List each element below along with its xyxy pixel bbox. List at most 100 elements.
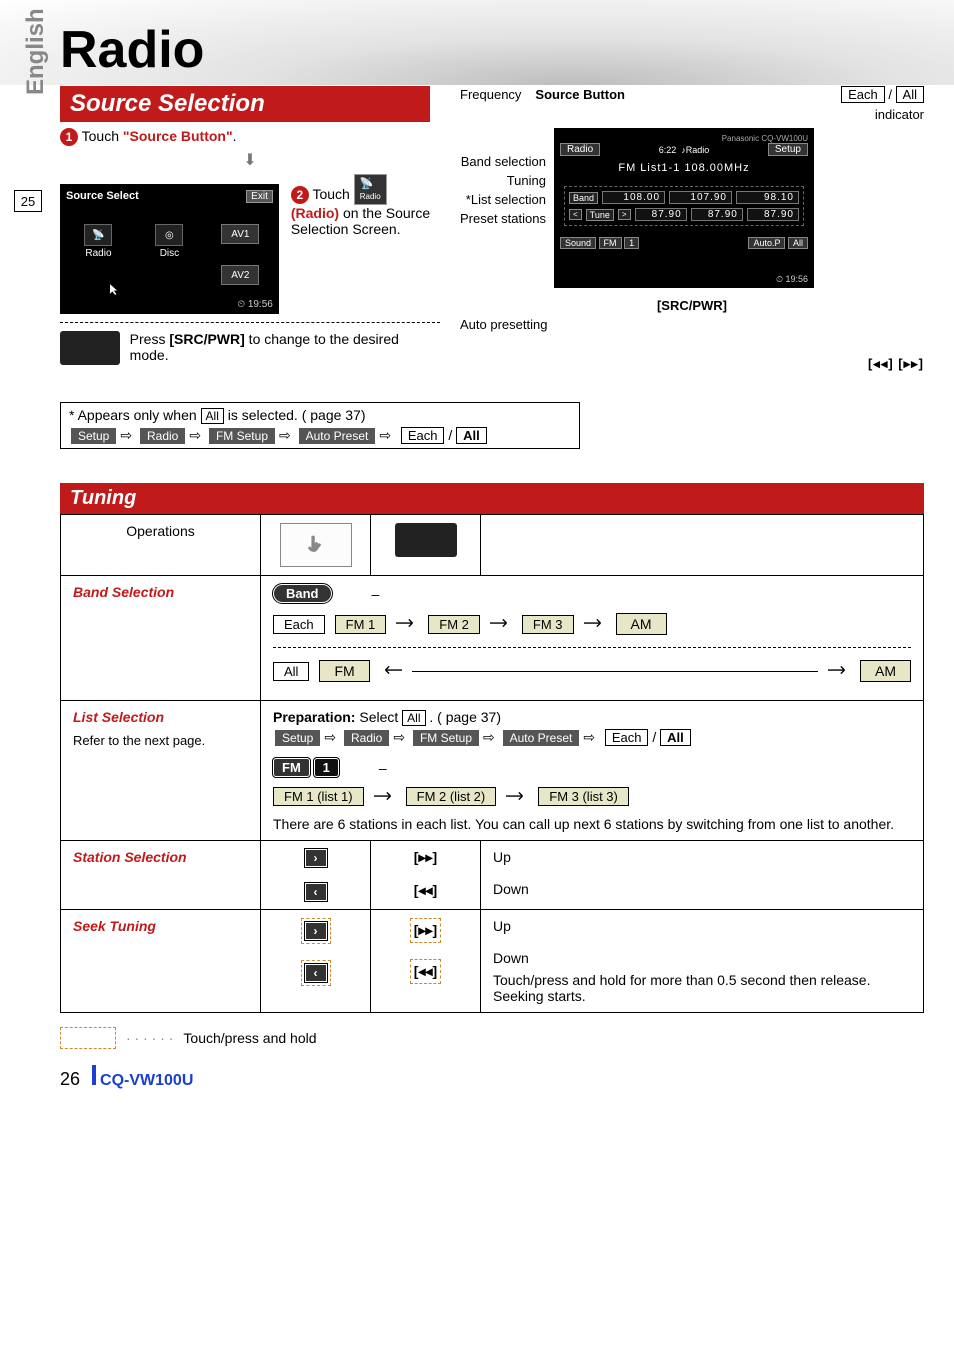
autop-button[interactable]: Auto.P bbox=[748, 237, 785, 249]
touch-prev-button[interactable]: ‹ bbox=[305, 883, 327, 901]
antenna-icon-button[interactable]: 📡Radio bbox=[354, 174, 387, 205]
remote-next-button[interactable]: [▸▸] bbox=[414, 849, 437, 865]
preset-1[interactable]: 108.00 bbox=[602, 191, 665, 204]
one-pill[interactable]: 1 bbox=[314, 758, 339, 777]
radio-clock: ⏲ 19:56 bbox=[776, 274, 808, 285]
preset-4[interactable]: 87.90 bbox=[635, 208, 687, 221]
chip-radio: Radio bbox=[140, 428, 185, 444]
fm2-box: FM 2 bbox=[428, 615, 480, 634]
step1-bold: "Source Button" bbox=[123, 128, 233, 144]
radio-icon[interactable]: 📡 bbox=[84, 224, 112, 246]
each-label: Each bbox=[841, 86, 885, 103]
fm3-box: FM 3 bbox=[522, 615, 574, 634]
remote-prev-button[interactable]: [◂◂] bbox=[414, 882, 437, 898]
radio-screen: Panasonic CQ-VW100U Radio 6:22 ♪Radio Se… bbox=[554, 128, 814, 288]
tuning-table: Operations Band Selection Band – Each FM… bbox=[60, 514, 924, 1013]
tune-button[interactable]: Tune bbox=[586, 209, 614, 221]
remote-column-icon bbox=[395, 523, 457, 557]
tune-next-button[interactable]: > bbox=[618, 209, 631, 220]
list-selection-rowlabel: List Selection bbox=[73, 709, 248, 725]
all-chip: All bbox=[788, 237, 808, 249]
prep-all: All bbox=[402, 710, 425, 726]
hold-indicator: [▸▸] bbox=[410, 918, 441, 943]
touch-prev-hold-button[interactable]: ‹ bbox=[305, 964, 327, 982]
auto-presetting-label: Auto presetting bbox=[460, 317, 924, 332]
step2-badge: 2 bbox=[291, 186, 309, 204]
source-screen-title: Source Select bbox=[66, 190, 273, 202]
exit-button[interactable]: Exit bbox=[246, 190, 273, 203]
down-arrow-icon: ⬇ bbox=[60, 150, 440, 170]
fm-chip[interactable]: FM bbox=[599, 237, 622, 249]
av2-button[interactable]: AV2 bbox=[221, 265, 259, 285]
operations-header: Operations bbox=[61, 515, 261, 576]
arrow-icon bbox=[506, 789, 528, 805]
nav-icons-label: [◂◂] [▸▸] bbox=[460, 356, 924, 372]
footnote-prefix: * Appears only when bbox=[69, 407, 201, 423]
touch-next-button[interactable]: › bbox=[305, 849, 327, 867]
tuning-label: Tuning bbox=[460, 173, 546, 188]
station-selection-rowlabel: Station Selection bbox=[73, 849, 187, 865]
preset-3[interactable]: 98.10 bbox=[736, 191, 799, 204]
list-each: Each bbox=[605, 729, 649, 746]
source-selection-header: Source Selection bbox=[60, 86, 430, 122]
language-tab: English bbox=[22, 8, 50, 95]
fm1-list-box: FM 1 (list 1) bbox=[273, 787, 364, 806]
band-selection-label: Band selection bbox=[460, 154, 546, 169]
band-pill-button[interactable]: Band bbox=[273, 584, 332, 603]
remote-note-prefix: Press bbox=[130, 331, 170, 347]
footnote-all-2: All bbox=[456, 427, 487, 444]
radio-title-button[interactable]: Radio bbox=[560, 143, 600, 156]
srcpwr-label: [SRC/PWR] bbox=[460, 298, 924, 313]
remote-prev-hold-button[interactable]: [◂◂] bbox=[414, 963, 437, 980]
preset-6[interactable]: 87.90 bbox=[747, 208, 799, 221]
prep-tail: Select bbox=[359, 709, 402, 725]
radio-label: Radio bbox=[85, 248, 111, 259]
preset-5[interactable]: 87.90 bbox=[691, 208, 743, 221]
screen-clock: ⏲ 19:56 bbox=[237, 299, 273, 310]
step2-bold: (Radio) bbox=[291, 205, 339, 221]
seek-tuning-row: Seek Tuning › ‹ [▸▸] [◂◂] Up Down Touch/… bbox=[61, 910, 924, 1013]
all-label: All bbox=[896, 86, 924, 103]
arrow-icon bbox=[828, 663, 850, 679]
remote-next-hold-button[interactable]: [▸▸] bbox=[414, 922, 437, 939]
fm1-box: FM 1 bbox=[335, 615, 387, 634]
station-selection-row: Station Selection › ‹ [▸▸] [◂◂] Up Down bbox=[61, 841, 924, 910]
sound-button[interactable]: Sound bbox=[560, 237, 596, 249]
band-selection-row: Band Selection Band – Each FM 1 FM 2 FM … bbox=[61, 576, 924, 701]
fm-num-chip[interactable]: 1 bbox=[624, 237, 639, 249]
arrow-icon bbox=[374, 789, 396, 805]
band-button[interactable]: Band bbox=[569, 192, 598, 204]
brand-label: Panasonic bbox=[722, 134, 759, 143]
hold-indicator: ‹ bbox=[301, 960, 331, 986]
remote-note-button: [SRC/PWR] bbox=[169, 331, 244, 347]
step1-badge: 1 bbox=[60, 128, 78, 146]
chip-autopreset: Auto Preset bbox=[299, 428, 376, 444]
fm-pill[interactable]: FM bbox=[273, 758, 310, 777]
tune-prev-button[interactable]: < bbox=[569, 209, 582, 220]
list-dash: – bbox=[379, 760, 387, 776]
all-box: All bbox=[273, 662, 309, 681]
fm-box: FM bbox=[319, 660, 369, 682]
av1-button[interactable]: AV1 bbox=[221, 224, 259, 244]
setup-button[interactable]: Setup bbox=[768, 143, 808, 156]
band-selection-rowlabel: Band Selection bbox=[73, 584, 174, 600]
list-all: All bbox=[660, 729, 691, 746]
side-page-number: 25 bbox=[14, 190, 42, 212]
tuning-header: Tuning bbox=[60, 483, 924, 514]
remote-control-image bbox=[60, 331, 120, 365]
hold-indicator: › bbox=[301, 918, 331, 944]
preset-2[interactable]: 107.90 bbox=[669, 191, 732, 204]
step2-prefix: Touch bbox=[312, 186, 353, 202]
seek-down: Down bbox=[493, 950, 911, 966]
arrow-icon bbox=[584, 616, 606, 632]
seek-tuning-rowlabel: Seek Tuning bbox=[73, 918, 156, 934]
model-label: CQ-VW100U bbox=[761, 134, 808, 143]
step1-suffix: . bbox=[233, 128, 237, 144]
disc-icon[interactable]: ◎ bbox=[155, 224, 183, 246]
header-time: 6:22 bbox=[659, 145, 677, 155]
hold-indicator: [◂◂] bbox=[410, 959, 441, 984]
band-dash: – bbox=[372, 586, 380, 602]
touch-next-hold-button[interactable]: › bbox=[305, 922, 327, 940]
station-down: Down bbox=[493, 881, 911, 897]
station-up: Up bbox=[493, 849, 911, 865]
